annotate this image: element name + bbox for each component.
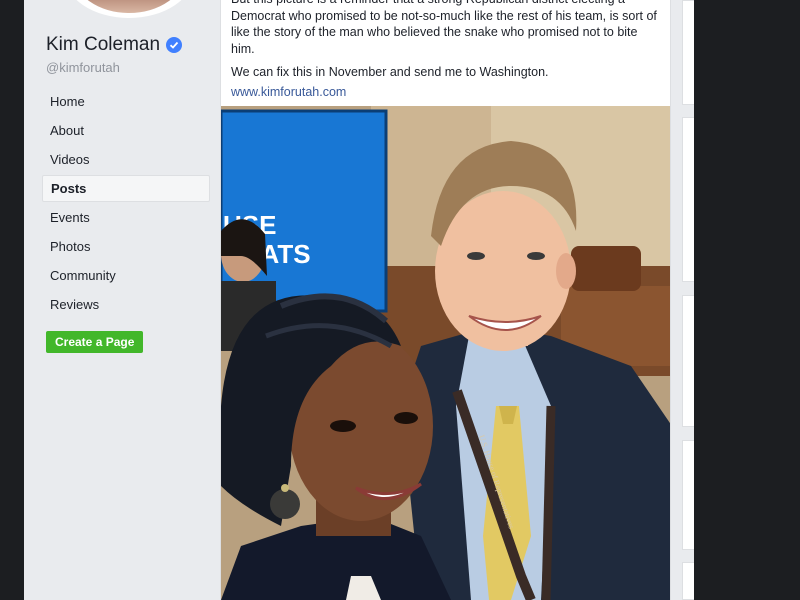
- facebook-page: Kim Coleman @kimforutah Home About Video…: [24, 0, 694, 600]
- create-page-button[interactable]: Create a Page: [46, 331, 144, 353]
- nav-item-home[interactable]: Home: [42, 88, 210, 115]
- page-username[interactable]: @kimforutah: [46, 60, 120, 75]
- post-body: But this picture is a reminder that a st…: [231, 0, 661, 100]
- post-website-link[interactable]: www.kimforutah.com: [231, 84, 661, 101]
- nav-item-videos[interactable]: Videos: [42, 146, 210, 173]
- nav-item-about[interactable]: About: [42, 117, 210, 144]
- left-navigation-column: Kim Coleman @kimforutah Home About Video…: [24, 0, 220, 600]
- nav-item-reviews[interactable]: Reviews: [42, 291, 210, 318]
- page-name-text[interactable]: Kim Coleman: [46, 34, 160, 56]
- page-nav-menu: Home About Videos Posts Events Photos Co…: [42, 88, 210, 320]
- sidebar-card: [682, 0, 694, 105]
- browser-background: [694, 0, 800, 600]
- page-title[interactable]: Kim Coleman: [46, 34, 183, 56]
- sidebar-card: [682, 117, 694, 282]
- nav-item-posts[interactable]: Posts: [42, 175, 210, 202]
- post-paragraph: We can fix this in November and send me …: [231, 65, 549, 79]
- selfie-photo-illustration: USE CRATS U.S. House of Representatives: [221, 106, 670, 600]
- verified-badge-icon: [166, 37, 183, 53]
- sidebar-card: [682, 562, 694, 600]
- nav-item-photos[interactable]: Photos: [42, 233, 210, 260]
- right-sidebar-column: [682, 0, 694, 600]
- nav-item-events[interactable]: Events: [42, 204, 210, 231]
- sidebar-card: [682, 440, 694, 550]
- profile-picture[interactable]: [64, 0, 194, 18]
- post-paragraph: But this picture is a reminder that a st…: [231, 0, 657, 56]
- sidebar-card: [682, 295, 694, 427]
- post-card: But this picture is a reminder that a st…: [220, 0, 671, 600]
- profile-photo: [73, 0, 185, 13]
- post-photo[interactable]: USE CRATS U.S. House of Representatives: [221, 106, 670, 600]
- nav-item-community[interactable]: Community: [42, 262, 210, 289]
